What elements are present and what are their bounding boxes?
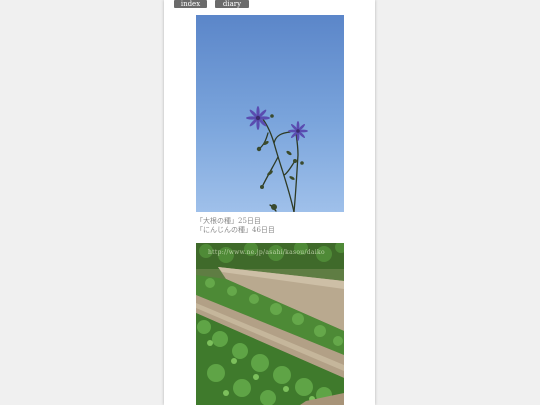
vegetable-field-photo: http://www.ne.jp/asahi/kasou/daiko bbox=[196, 243, 344, 405]
photo-watermark: http://www.ne.jp/asahi/kasou/daiko bbox=[208, 249, 325, 256]
page-column: index diary index 「大根の種」25日目 「にんじんの種」46日… bbox=[164, 0, 375, 405]
photo-caption: 「大根の種」25日目 「にんじんの種」46日目 bbox=[196, 217, 344, 235]
index-link[interactable]: index bbox=[174, 0, 207, 8]
sky-flower-photo bbox=[196, 15, 344, 212]
caption-line-carrot: 「にんじんの種」46日目 bbox=[196, 226, 275, 234]
diary-index-link[interactable]: diary index bbox=[215, 0, 249, 16]
caption-line-daikon: 「大根の種」25日目 bbox=[196, 217, 261, 225]
